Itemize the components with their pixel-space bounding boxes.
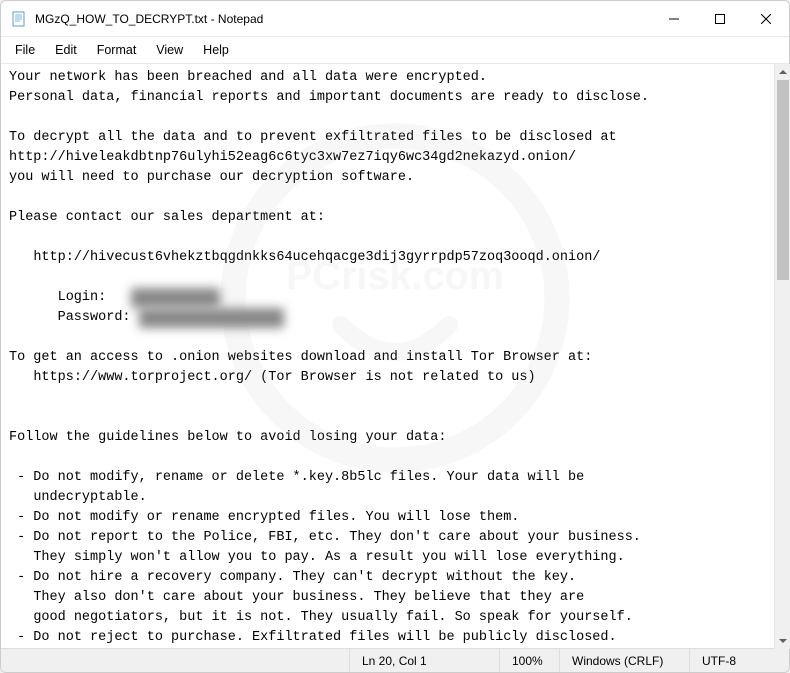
notepad-window: MGzQ_HOW_TO_DECRYPT.txt - Notepad File E… (0, 0, 790, 673)
content-line: you will need to purchase our decryption… (9, 170, 414, 185)
content-line: https://www.torproject.org/ (Tor Browser… (9, 370, 536, 385)
password-value-redacted: xxxxxxxxxxxxxxxxxx (139, 308, 285, 328)
status-position: Ln 20, Col 1 (349, 649, 499, 672)
content-line: Your network has been breached and all d… (9, 70, 487, 85)
content-line: To decrypt all the data and to prevent e… (9, 130, 617, 145)
window-title: MGzQ_HOW_TO_DECRYPT.txt - Notepad (35, 12, 651, 26)
content-line: Follow the guidelines below to avoid los… (9, 430, 446, 445)
content-line: http://hiveleakdbtnp76ulyhi52eag6c6tyc3x… (9, 150, 576, 165)
window-controls (651, 1, 789, 36)
text-editor-area[interactable]: Your network has been breached and all d… (1, 64, 789, 648)
close-button[interactable] (743, 1, 789, 36)
login-label: Login: (9, 290, 131, 305)
scroll-down-button[interactable] (775, 633, 790, 649)
statusbar: Ln 20, Col 1 100% Windows (CRLF) UTF-8 (1, 648, 789, 672)
content-line: undecryptable. (9, 490, 147, 505)
content-line: To get an access to .onion websites down… (9, 350, 592, 365)
status-line-ending: Windows (CRLF) (559, 649, 689, 672)
scroll-up-button[interactable] (775, 64, 790, 80)
menubar: File Edit Format View Help (1, 37, 789, 64)
status-zoom: 100% (499, 649, 559, 672)
content-line: Please contact our sales department at: (9, 210, 325, 225)
menu-edit[interactable]: Edit (45, 39, 87, 61)
content-line: - Do not modify, rename or delete *.key.… (9, 470, 584, 485)
menu-format[interactable]: Format (87, 39, 147, 61)
titlebar: MGzQ_HOW_TO_DECRYPT.txt - Notepad (1, 1, 789, 37)
content-line: - Do not report to the Police, FBI, etc.… (9, 530, 641, 545)
content-line: - Do not hire a recovery company. They c… (9, 570, 576, 585)
menu-file[interactable]: File (5, 39, 45, 61)
scrollbar-thumb[interactable] (777, 80, 789, 280)
content-line: - Do not reject to purchase. Exfiltrated… (9, 630, 617, 645)
content-line: They also don't care about your business… (9, 590, 584, 605)
content-line: Personal data, financial reports and imp… (9, 90, 649, 105)
content-line: good negotiators, but it is not. They us… (9, 610, 633, 625)
maximize-button[interactable] (697, 1, 743, 36)
vertical-scrollbar[interactable] (774, 64, 790, 649)
password-label: Password: (9, 310, 139, 325)
content-line: - Do not modify or rename encrypted file… (9, 510, 519, 525)
menu-help[interactable]: Help (193, 39, 239, 61)
notepad-icon (11, 11, 27, 27)
login-value-redacted: xxxxxxxxxxx (131, 288, 220, 308)
content-line: http://hivecust6vhekztbqgdnkks64ucehqacg… (9, 250, 600, 265)
minimize-button[interactable] (651, 1, 697, 36)
content-line: They simply won't allow you to pay. As a… (9, 550, 625, 565)
status-encoding: UTF-8 (689, 649, 789, 672)
menu-view[interactable]: View (146, 39, 193, 61)
